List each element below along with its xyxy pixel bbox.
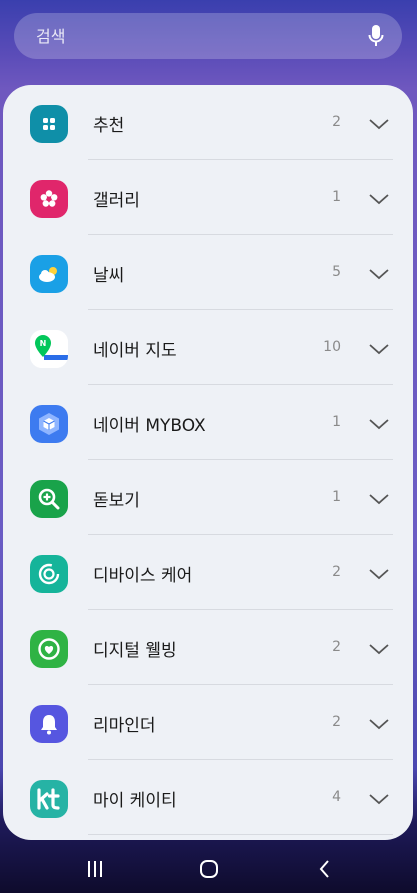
app-count: 4: [332, 789, 341, 805]
chevron-down-icon[interactable]: [367, 337, 391, 361]
recommend-icon: [30, 105, 68, 143]
chevron-down-icon[interactable]: [367, 262, 391, 286]
app-row-naver-map[interactable]: N 네이버 지도 10: [3, 310, 413, 385]
app-name: 추천: [93, 116, 125, 136]
chevron-down-icon[interactable]: [367, 712, 391, 736]
app-name: 네이버 MYBOX: [93, 416, 206, 436]
app-name: 돋보기: [93, 491, 140, 511]
magnifier-icon: [30, 480, 68, 518]
app-name: 디바이스 케어: [93, 566, 193, 586]
divider: [88, 834, 393, 835]
app-name: 마이 케이티: [93, 791, 177, 811]
mybox-icon: [30, 405, 68, 443]
kt-icon: [30, 780, 68, 818]
chevron-down-icon[interactable]: [367, 637, 391, 661]
app-row-naver-mybox[interactable]: 네이버 MYBOX 1: [3, 385, 413, 460]
home-icon[interactable]: [195, 857, 223, 881]
chevron-down-icon[interactable]: [367, 787, 391, 811]
app-row-my-kt[interactable]: 마이 케이티 4: [3, 760, 413, 835]
app-list-panel: 추천 2 갤러리 1 날씨 5 N 네이버 지도 10 네이버 MYBOX 1 …: [3, 85, 413, 840]
app-count: 1: [332, 189, 341, 205]
mic-icon[interactable]: [366, 23, 386, 49]
app-name: 갤러리: [93, 191, 140, 211]
app-row-recommend[interactable]: 추천 2: [3, 85, 413, 160]
digital-wellbeing-icon: [30, 630, 68, 668]
back-icon[interactable]: [311, 857, 339, 881]
gallery-icon: [30, 180, 68, 218]
app-count: 2: [332, 714, 341, 730]
chevron-down-icon[interactable]: [367, 487, 391, 511]
app-count: 2: [332, 114, 341, 130]
app-count: 10: [323, 339, 341, 355]
app-row-reminder[interactable]: 리마인더 2: [3, 685, 413, 760]
app-count: 2: [332, 564, 341, 580]
app-row-gallery[interactable]: 갤러리 1: [3, 160, 413, 235]
app-count: 1: [332, 489, 341, 505]
search-bar[interactable]: [14, 13, 402, 59]
search-input[interactable]: [34, 25, 366, 47]
chevron-down-icon[interactable]: [367, 112, 391, 136]
app-count: 5: [332, 264, 341, 280]
app-row-weather[interactable]: 날씨 5: [3, 235, 413, 310]
chevron-down-icon[interactable]: [367, 412, 391, 436]
app-count: 2: [332, 639, 341, 655]
device-care-icon: [30, 555, 68, 593]
app-name: 날씨: [93, 266, 125, 286]
recents-icon[interactable]: [81, 857, 109, 881]
app-row-device-care[interactable]: 디바이스 케어 2: [3, 535, 413, 610]
app-row-magnifier[interactable]: 돋보기 1: [3, 460, 413, 535]
weather-icon: [30, 255, 68, 293]
app-name: 리마인더: [93, 716, 156, 736]
navigation-bar: [0, 845, 417, 893]
chevron-down-icon[interactable]: [367, 562, 391, 586]
app-count: 1: [332, 414, 341, 430]
app-name: 디지털 웰빙: [93, 641, 177, 661]
svg-text:N: N: [40, 339, 47, 348]
naver-map-icon: N: [30, 330, 68, 368]
app-name: 네이버 지도: [93, 341, 177, 361]
app-row-digital-wellbeing[interactable]: 디지털 웰빙 2: [3, 610, 413, 685]
chevron-down-icon[interactable]: [367, 187, 391, 211]
reminder-icon: [30, 705, 68, 743]
